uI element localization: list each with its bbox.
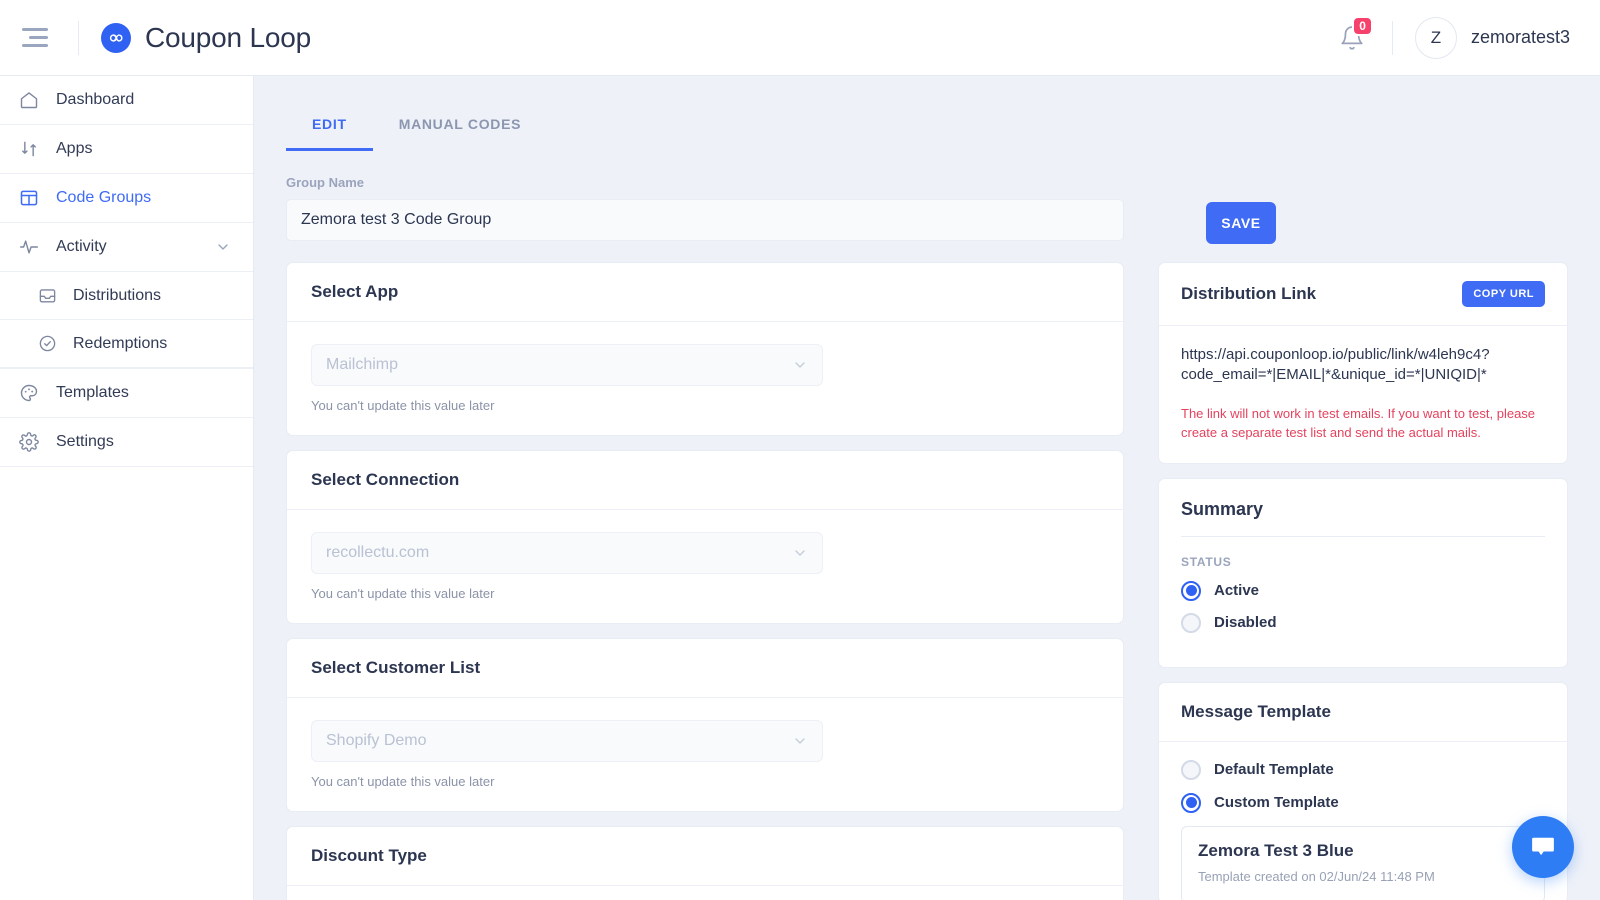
tab-bar: EDIT MANUAL CODES — [254, 76, 1600, 151]
card-title: Select Connection — [287, 451, 1123, 510]
sidebar-item-apps[interactable]: Apps — [0, 125, 253, 174]
sidebar-item-label: Templates — [56, 384, 129, 401]
distribution-link-title: Distribution Link — [1181, 284, 1317, 303]
sidebar-item-activity[interactable]: Activity — [0, 223, 253, 272]
group-name-row: Group Name SAVE — [254, 151, 1600, 244]
card-title: Discount Type — [287, 827, 1123, 886]
group-name-input[interactable] — [286, 199, 1124, 241]
summary-divider — [1181, 535, 1545, 537]
palette-icon — [18, 382, 40, 404]
notification-badge: 0 — [1352, 15, 1373, 36]
gear-icon — [18, 431, 40, 453]
card-select-app: Select App Mailchimp You can't update th… — [286, 262, 1124, 436]
home-icon — [18, 89, 40, 111]
select-app-value: Mailchimp — [326, 356, 399, 373]
radio-icon[interactable] — [1181, 580, 1201, 601]
inbox-icon — [36, 285, 58, 307]
check-circle-icon — [36, 333, 58, 355]
chevron-down-icon — [792, 357, 808, 373]
template-preview-name: Zemora Test 3 Blue — [1198, 840, 1354, 860]
brand-name: Coupon Loop — [145, 21, 311, 53]
distribution-url: https://api.couponloop.io/public/link/w4… — [1181, 346, 1490, 384]
main-content: EDIT MANUAL CODES Group Name SAVE Select… — [254, 76, 1600, 900]
sidebar-item-label: Code Groups — [56, 189, 152, 206]
sidebar-item-settings[interactable]: Settings — [0, 418, 253, 467]
card-discount-type: Discount Type Amount off order — [286, 826, 1124, 900]
select-customer-list-dropdown[interactable]: Shopify Demo — [311, 720, 823, 762]
select-customer-list-value: Shopify Demo — [326, 732, 427, 749]
select-app-helper: You can't update this value later — [311, 398, 495, 413]
right-column: Distribution Link COPY URL https://api.c… — [1158, 262, 1568, 900]
avatar: Z — [1414, 16, 1457, 59]
header-actions: 0 Z zemoratest3 — [1332, 15, 1600, 59]
card-select-customer-list: Select Customer List Shopify Demo You ca… — [286, 638, 1124, 812]
sidebar-item-templates[interactable]: Templates — [0, 369, 253, 418]
group-name-label: Group Name — [286, 175, 365, 190]
chat-widget-button[interactable] — [1512, 816, 1574, 878]
copy-url-button[interactable]: COPY URL — [1462, 281, 1545, 307]
header-divider — [78, 20, 79, 55]
sidebar-subitem-label: Distributions — [73, 286, 162, 304]
chevron-down-icon — [792, 733, 808, 749]
template-preview-subtitle: Template created on 02/Jun/24 11:48 PM — [1198, 868, 1435, 884]
select-connection-value: recollectu.com — [326, 544, 430, 561]
card-select-connection: Select Connection recollectu.com You can… — [286, 450, 1124, 624]
username-label: zemoratest3 — [1470, 27, 1570, 47]
radio-label: Active — [1214, 582, 1260, 599]
notifications-button[interactable]: 0 — [1332, 15, 1373, 58]
sidebar-subitem-label: Redemptions — [73, 334, 168, 352]
hamburger-icon[interactable] — [22, 20, 58, 56]
user-menu[interactable]: Z zemoratest3 — [1414, 16, 1570, 59]
activity-icon — [18, 236, 40, 258]
sidebar-item-redemptions[interactable]: Redemptions — [0, 320, 253, 368]
template-option-default[interactable]: Default Template — [1181, 759, 1545, 780]
sidebar-item-distributions[interactable]: Distributions — [0, 272, 253, 320]
coupon-loop-logo-icon — [101, 22, 131, 53]
layout-icon — [18, 187, 40, 209]
chat-bubble-icon — [1532, 837, 1554, 855]
template-option-custom[interactable]: Custom Template — [1181, 792, 1545, 813]
tab-edit[interactable]: EDIT — [286, 116, 373, 151]
card-title: Select App — [287, 263, 1123, 322]
sidebar-item-label: Activity — [56, 238, 107, 255]
summary-title: Summary — [1181, 498, 1264, 519]
chevron-down-icon — [792, 545, 808, 561]
status-option-active[interactable]: Active — [1181, 580, 1545, 601]
status-option-disabled[interactable]: Disabled — [1181, 612, 1545, 633]
radio-label: Custom Template — [1214, 794, 1339, 811]
card-message-template: Message Template Default Template Custom… — [1158, 681, 1568, 900]
content-columns: Select App Mailchimp You can't update th… — [254, 244, 1600, 900]
card-title: Select Customer List — [287, 639, 1123, 698]
radio-label: Default Template — [1214, 761, 1334, 778]
radio-icon[interactable] — [1181, 759, 1201, 780]
top-bar: Coupon Loop 0 Z zemoratest3 — [0, 0, 1600, 76]
select-connection-helper: You can't update this value later — [311, 586, 495, 601]
sidebar-item-code-groups[interactable]: Code Groups — [0, 174, 253, 223]
radio-label: Disabled — [1214, 614, 1277, 631]
status-label: STATUS — [1181, 554, 1232, 569]
sidebar-item-dashboard[interactable]: Dashboard — [0, 76, 253, 125]
save-button[interactable]: SAVE — [1206, 202, 1276, 244]
radio-icon[interactable] — [1181, 612, 1201, 633]
message-template-title: Message Template — [1159, 683, 1567, 742]
select-connection-dropdown[interactable]: recollectu.com — [311, 532, 823, 574]
left-column: Select App Mailchimp You can't update th… — [286, 262, 1124, 900]
tab-manual-codes[interactable]: MANUAL CODES — [373, 116, 547, 151]
select-app-dropdown[interactable]: Mailchimp — [311, 344, 823, 386]
sidebar: Dashboard Apps Code Groups Activity Dist… — [0, 76, 254, 900]
card-summary: Summary STATUS Active Disabled — [1158, 477, 1568, 668]
select-customer-list-helper: You can't update this value later — [311, 774, 495, 789]
card-distribution-link: Distribution Link COPY URL https://api.c… — [1158, 262, 1568, 464]
chevron-down-icon[interactable] — [215, 239, 231, 255]
sidebar-item-label: Dashboard — [56, 91, 135, 108]
distribution-warning: The link will not work in test emails. I… — [1181, 405, 1536, 441]
activity-submenu: Distributions Redemptions — [0, 272, 253, 369]
radio-icon[interactable] — [1181, 792, 1201, 813]
sidebar-item-label: Settings — [56, 433, 114, 450]
header-divider-2 — [1391, 20, 1393, 55]
template-preview-card[interactable]: Zemora Test 3 Blue Template created on 0… — [1181, 825, 1545, 900]
brand[interactable]: Coupon Loop — [101, 22, 311, 54]
sidebar-item-label: Apps — [56, 140, 93, 157]
transfer-icon — [18, 138, 40, 160]
